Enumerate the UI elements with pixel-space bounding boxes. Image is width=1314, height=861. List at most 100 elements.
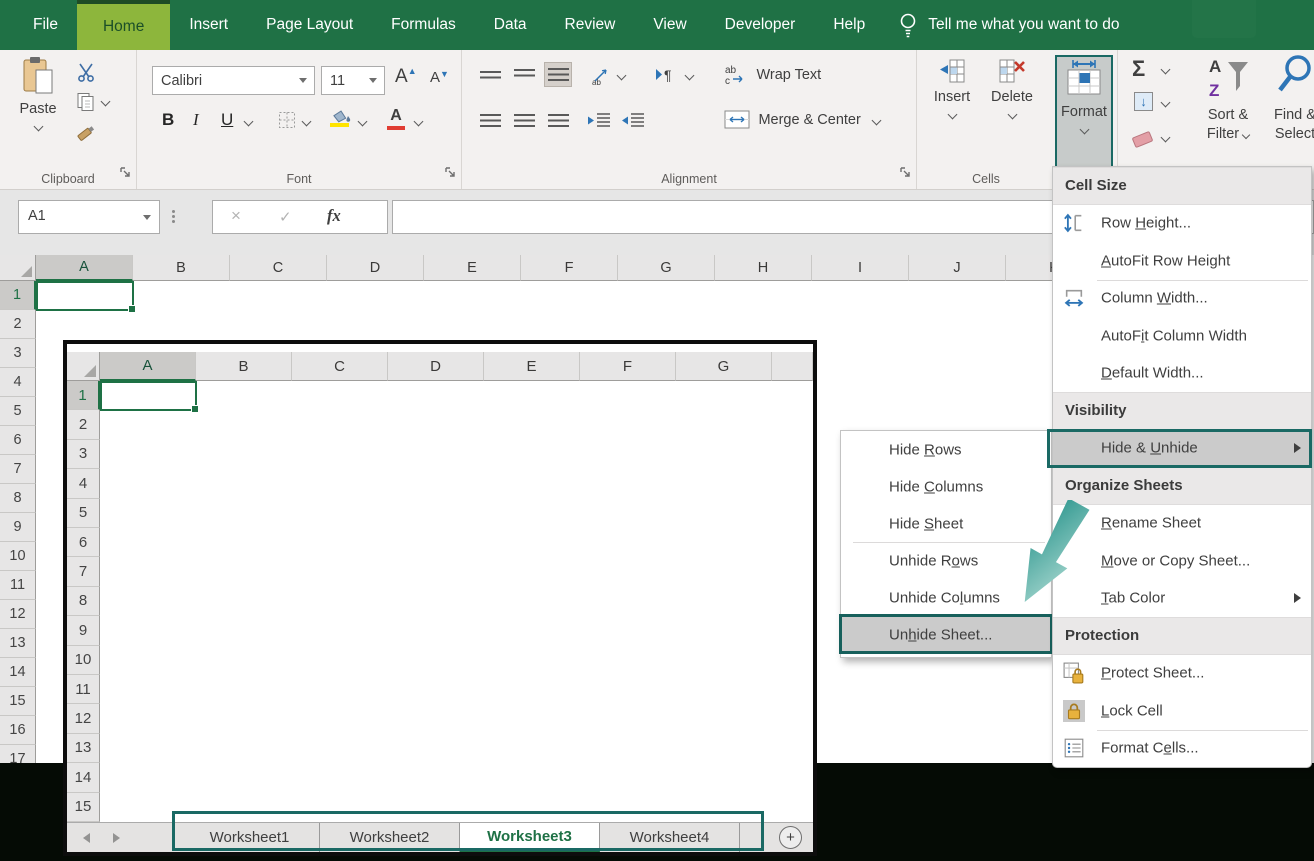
merge-center-button[interactable]: Merge & Center [724, 110, 880, 129]
insert-cells-button[interactable]: Insert [923, 58, 981, 123]
align-center-button[interactable] [510, 108, 538, 133]
borders-dropdown-icon[interactable] [302, 117, 312, 127]
submenu-item-hide-columns[interactable]: Hide Columns [841, 468, 1051, 505]
copy-dropdown-icon[interactable] [101, 97, 111, 107]
menu-item-protect-sheet[interactable]: Protect Sheet... [1053, 655, 1311, 693]
fill-color-button[interactable] [329, 108, 353, 130]
fill-button[interactable]: ↓ [1134, 92, 1153, 111]
decrease-indent-button[interactable] [586, 112, 612, 134]
underline-dropdown-icon[interactable] [244, 117, 254, 127]
row-header[interactable]: 15 [0, 687, 36, 716]
menu-item-tab-color[interactable]: Tab Color [1053, 580, 1311, 618]
column-header[interactable]: J [909, 255, 1006, 281]
paste-dropdown-icon[interactable] [33, 122, 43, 132]
paste-button[interactable]: Paste [10, 56, 66, 168]
ribbon-tab-file[interactable]: File [14, 0, 77, 50]
font-color-button[interactable]: A [387, 107, 405, 125]
italic-button[interactable]: I [193, 110, 199, 130]
column-header[interactable]: I [812, 255, 909, 281]
menu-item-default-width[interactable]: Default Width... [1053, 355, 1311, 393]
clipboard-dialog-launcher-icon[interactable] [120, 165, 131, 183]
increase-font-size-button[interactable]: A▲ [395, 66, 417, 88]
submenu-item-hide-sheet[interactable]: Hide Sheet [841, 505, 1051, 542]
column-header[interactable]: E [424, 255, 521, 281]
ribbon-tab-view[interactable]: View [634, 0, 705, 50]
menu-item-autofit-row-height[interactable]: AutoFit Row Height [1053, 242, 1311, 280]
decrease-font-size-button[interactable]: A▼ [430, 69, 449, 86]
submenu-item-unhide-rows[interactable]: Unhide Rows [841, 542, 1051, 579]
column-header[interactable]: D [327, 255, 424, 281]
align-right-button[interactable] [544, 108, 572, 133]
alignment-dialog-launcher-icon[interactable] [900, 165, 911, 183]
align-middle-button[interactable] [510, 62, 538, 87]
select-all-corner[interactable] [0, 255, 36, 281]
clear-button[interactable] [1133, 132, 1152, 150]
insert-function-button[interactable]: fx [327, 206, 341, 226]
format-painter-button[interactable] [76, 124, 98, 151]
wrap-text-button[interactable]: abc Wrap Text [724, 64, 821, 86]
align-top-button[interactable] [476, 62, 504, 87]
ribbon-tab-developer[interactable]: Developer [706, 0, 815, 50]
font-name-combo[interactable]: Calibri [152, 66, 315, 95]
ribbon-tab-help[interactable]: Help [814, 0, 884, 50]
row-header[interactable]: 5 [0, 397, 36, 426]
font-size-combo[interactable]: 11 [321, 66, 385, 95]
cut-button[interactable] [76, 62, 96, 87]
text-direction-dropdown-icon[interactable] [685, 71, 695, 81]
font-dialog-launcher-icon[interactable] [445, 165, 456, 183]
increase-indent-button[interactable] [620, 112, 646, 134]
column-header[interactable]: H [715, 255, 812, 281]
delete-cells-button[interactable]: Delete [983, 58, 1041, 123]
row-header[interactable]: 2 [0, 310, 36, 339]
menu-item-hide-unhide[interactable]: Hide & Unhide [1053, 430, 1311, 468]
fill-color-dropdown-icon[interactable] [358, 117, 368, 127]
row-header[interactable]: 3 [0, 339, 36, 368]
font-name-dropdown-icon[interactable] [299, 78, 307, 83]
name-box[interactable]: A1 [18, 200, 160, 234]
menu-item-format-cells[interactable]: Format Cells... [1053, 730, 1311, 768]
ribbon-tab-page-layout[interactable]: Page Layout [247, 0, 372, 50]
clear-dropdown-icon[interactable] [1161, 133, 1171, 143]
ribbon-tab-review[interactable]: Review [546, 0, 635, 50]
copy-button[interactable] [76, 92, 96, 117]
row-header[interactable]: 11 [0, 571, 36, 600]
autosum-button[interactable]: Σ [1132, 56, 1145, 82]
enter-button[interactable]: ✓ [279, 208, 292, 226]
row-header[interactable]: 6 [0, 426, 36, 455]
row-header[interactable]: 16 [0, 716, 36, 745]
menu-item-column-width[interactable]: Column Width... [1053, 280, 1311, 318]
tell-me-box[interactable]: Tell me what you want to do [898, 0, 1119, 50]
delete-dropdown-icon[interactable] [1007, 110, 1017, 120]
menu-item-rename-sheet[interactable]: Rename Sheet [1053, 505, 1311, 543]
row-header[interactable]: 9 [0, 513, 36, 542]
column-header[interactable]: B [133, 255, 230, 281]
sort-filter-button[interactable]: AZ Sort & Filter [1200, 52, 1256, 143]
insert-dropdown-icon[interactable] [947, 110, 957, 120]
name-box-splitter[interactable] [172, 208, 176, 225]
ribbon-tab-formulas[interactable]: Formulas [372, 0, 475, 50]
menu-item-autofit-column-width[interactable]: AutoFit Column Width [1053, 317, 1311, 355]
format-dropdown-icon[interactable] [1079, 125, 1089, 135]
font-color-dropdown-icon[interactable] [414, 117, 424, 127]
column-header[interactable]: A [36, 255, 133, 281]
orientation-dropdown-icon[interactable] [617, 71, 627, 81]
column-header[interactable]: G [618, 255, 715, 281]
row-header[interactable]: 1 [0, 281, 36, 310]
borders-button[interactable] [277, 110, 297, 135]
ribbon-tab-data[interactable]: Data [475, 0, 546, 50]
submenu-item-unhide-columns[interactable]: Unhide Columns [841, 579, 1051, 616]
ribbon-tab-home[interactable]: Home [77, 0, 170, 50]
submenu-item-hide-rows[interactable]: Hide Rows [841, 431, 1051, 468]
format-button[interactable]: Format [1055, 55, 1113, 168]
column-header[interactable]: F [521, 255, 618, 281]
align-left-button[interactable] [476, 108, 504, 133]
autosum-dropdown-icon[interactable] [1161, 65, 1171, 75]
row-header[interactable]: 4 [0, 368, 36, 397]
fill-dropdown-icon[interactable] [1161, 98, 1171, 108]
row-header[interactable]: 7 [0, 455, 36, 484]
active-cell-a1[interactable] [36, 281, 134, 311]
font-size-dropdown-icon[interactable] [369, 78, 377, 83]
bold-button[interactable]: B [162, 110, 174, 130]
row-header[interactable]: 14 [0, 658, 36, 687]
row-header[interactable]: 12 [0, 600, 36, 629]
